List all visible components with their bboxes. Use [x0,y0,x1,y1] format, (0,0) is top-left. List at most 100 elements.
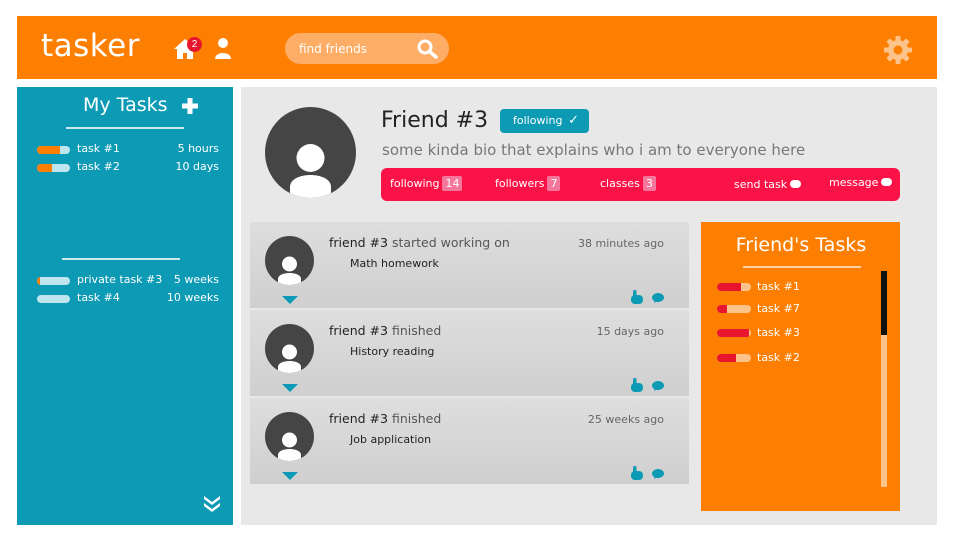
expand-arrow-icon[interactable] [282,472,298,480]
send-task-label: send task [734,178,788,191]
stat-count: 3 [642,176,656,191]
stat-label: following [390,177,440,190]
task-item[interactable]: task #2 10 days [37,160,221,176]
followers-stat[interactable]: followers 7 [495,176,561,191]
notification-badge[interactable]: 2 [187,37,202,52]
person-icon [278,432,301,461]
title-divider [66,127,184,129]
friend-task-item[interactable]: task #7 [717,302,837,316]
comment-icon[interactable] [652,381,664,391]
feed-task-name[interactable]: Job application [350,433,431,446]
following-button-label: following [513,114,563,127]
profile-stats-bar: following 14 followers 7 classes 3 send tas… [381,168,900,201]
friend-task-item[interactable]: task #2 [717,351,837,365]
following-button[interactable]: following ✓ [500,109,589,133]
comment-icon[interactable] [652,469,664,479]
feed-timestamp: 15 days ago [596,325,664,338]
thumbs-up-icon[interactable] [631,378,643,392]
task-item[interactable]: private task #3 5 weeks [37,273,221,289]
feed-timestamp: 25 weeks ago [587,413,664,426]
task-item[interactable]: task #1 5 hours [37,142,221,158]
task-name: task #7 [757,302,800,315]
task-progress-bar [717,305,751,313]
send-task-button[interactable]: send task [734,178,802,191]
task-progress-bar [717,329,751,337]
app-logo[interactable]: tasker [41,28,140,64]
feed-timestamp: 38 minutes ago [578,237,664,250]
task-due: 10 weeks [166,291,219,304]
expand-down-icon[interactable] [203,494,221,512]
activity-feed-item: friend #3 started working on Math homewo… [250,222,689,308]
my-tasks-title: My Tasks [83,94,168,116]
stat-label: followers [495,177,545,190]
stat-count: 7 [547,176,561,191]
task-name: private task #3 [77,273,163,286]
my-tasks-sidebar: My Tasks task #1 5 hours task #2 10 days… [17,87,233,525]
profile-name: Friend #3 [381,108,489,133]
feed-user[interactable]: friend #3 [329,323,388,338]
friend-tasks-scrollbar[interactable] [881,271,887,487]
friend-task-item[interactable]: task #1 [717,280,837,294]
task-progress-bar [717,283,751,291]
feed-user[interactable]: friend #3 [329,411,388,426]
search-input[interactable] [299,39,409,59]
thumbs-up-icon[interactable] [631,466,643,480]
check-icon: ✓ [568,113,579,128]
search-box [285,33,449,64]
feed-task-name[interactable]: Math homework [350,257,439,270]
stat-label: classes [600,177,640,190]
person-icon [278,344,301,373]
add-task-icon[interactable] [180,96,200,116]
friend-task-item[interactable]: task #3 [717,326,837,340]
activity-feed-item: friend #3 finished Job application 25 we… [250,398,689,484]
feed-avatar [265,324,314,373]
person-icon [290,144,331,198]
profile-bio: some kinda bio that explains who i am to… [382,141,806,159]
task-progress-bar [37,295,70,303]
private-divider [62,258,180,260]
feed-action: finished [387,411,442,426]
task-name: task #4 [77,291,120,304]
feed-activity-text: friend #3 finished [329,411,441,426]
feed-action: started working on [387,235,510,250]
task-name: task #1 [757,280,800,293]
task-progress-bar [37,277,70,285]
message-button[interactable]: message [829,176,893,189]
feed-task-name[interactable]: History reading [350,345,434,358]
comment-icon[interactable] [652,293,664,303]
person-icon [278,256,301,285]
task-progress-bar [37,164,70,172]
stat-count: 14 [442,176,463,191]
friend-tasks-panel: Friend's Tasks task #1 task #7 task #3 t… [701,222,900,511]
scrollbar-thumb[interactable] [881,271,887,335]
task-name: task #2 [77,160,120,173]
task-name: task #2 [757,351,800,364]
friend-tasks-divider [743,266,861,268]
task-item[interactable]: task #4 10 weeks [37,291,221,307]
speech-bubble-icon [881,178,893,186]
task-due: 10 days [175,160,219,173]
feed-avatar [265,236,314,285]
thumbs-up-icon[interactable] [631,290,643,304]
feed-user[interactable]: friend #3 [329,235,388,250]
gear-icon[interactable] [884,36,912,64]
task-progress-bar [37,146,70,154]
speech-bubble-icon [790,180,802,188]
task-name: task #3 [757,326,800,339]
friend-profile-panel: Friend #3 following ✓ some kinda bio tha… [241,87,937,525]
classes-stat[interactable]: classes 3 [600,176,656,191]
expand-arrow-icon[interactable] [282,296,298,304]
feed-activity-text: friend #3 started working on [329,235,510,250]
feed-activity-text: friend #3 finished [329,323,441,338]
expand-arrow-icon[interactable] [282,384,298,392]
search-icon[interactable] [417,39,439,59]
task-progress-bar [717,354,751,362]
following-stat[interactable]: following 14 [390,176,463,191]
user-icon[interactable] [214,37,232,59]
task-name: task #1 [77,142,120,155]
activity-feed-item: friend #3 finished History reading 15 da… [250,310,689,396]
friend-tasks-title: Friend's Tasks [735,234,867,256]
message-label: message [829,176,879,189]
profile-avatar [265,107,356,198]
feed-avatar [265,412,314,461]
